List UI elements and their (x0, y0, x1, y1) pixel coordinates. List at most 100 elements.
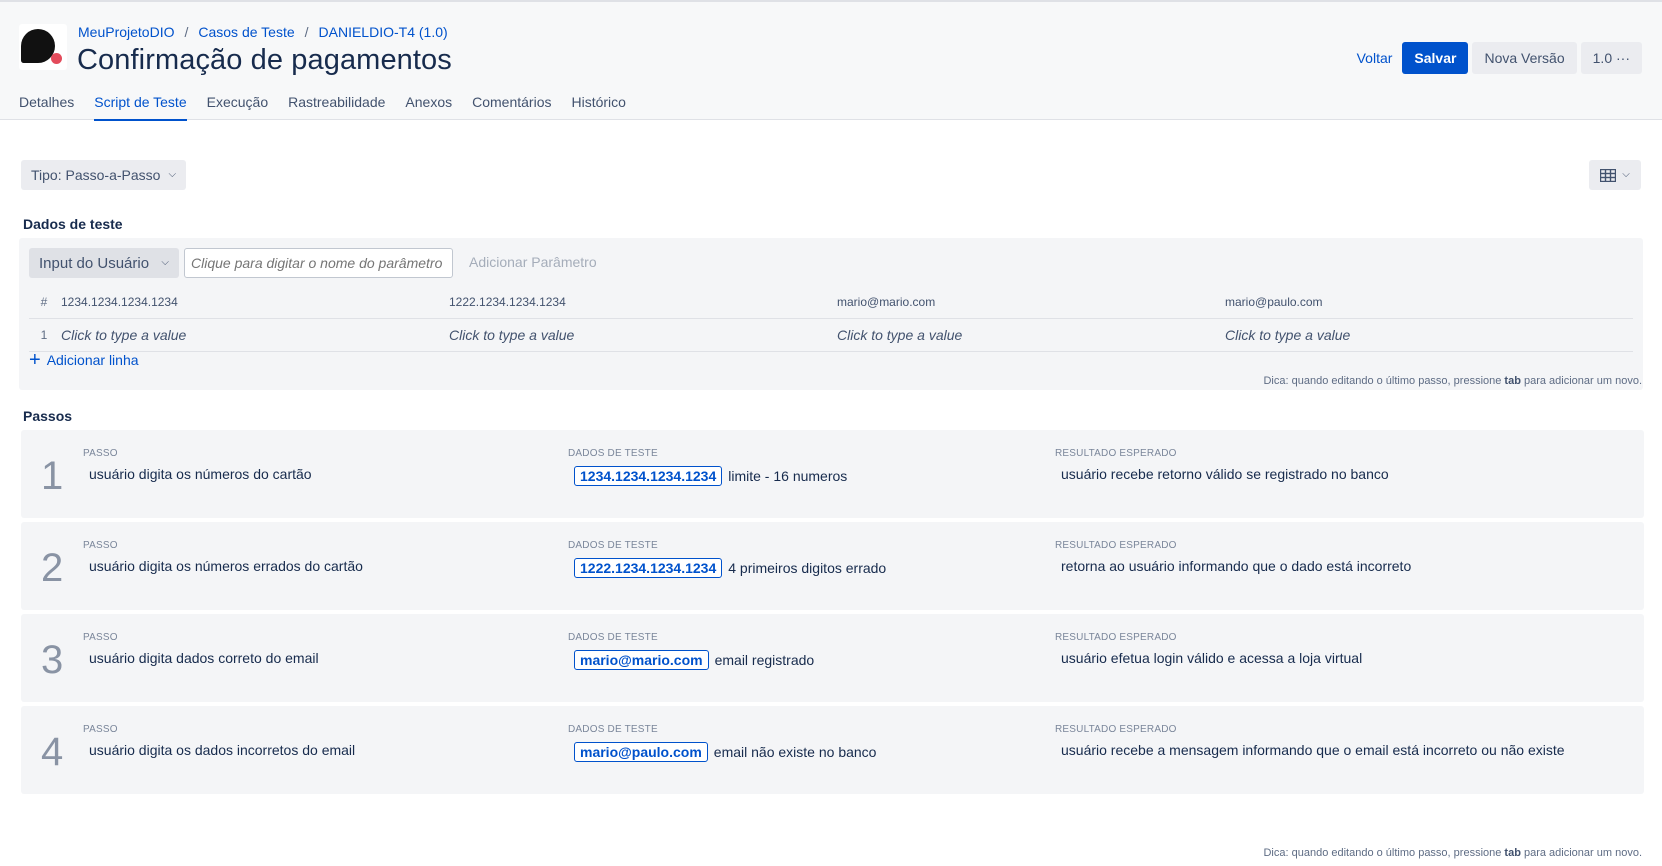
step-description[interactable]: usuário digita os números do cartão (89, 466, 312, 482)
table-row: 1 Click to type a value Click to type a … (29, 319, 1633, 352)
test-data-label: DADOS DE TESTE (568, 448, 658, 459)
back-button[interactable]: Voltar (1351, 44, 1399, 72)
steps-title: Passos (23, 408, 73, 424)
parameter-chip[interactable]: mario@paulo.com (574, 742, 708, 762)
tab-history[interactable]: Histórico (571, 94, 625, 121)
add-line-label: Adicionar linha (46, 352, 139, 368)
tab-attachments[interactable]: Anexos (405, 94, 452, 121)
hint-text: Dica: quando editando o último passo, pr… (1263, 847, 1642, 859)
row-number-header: # (40, 295, 48, 309)
more-icon: ··· (1616, 50, 1630, 66)
hint-key: tab (1504, 375, 1521, 387)
breadcrumb: MeuProjetoDIO / Casos de Teste / DANIELD… (78, 24, 448, 40)
add-line-button[interactable]: + Adicionar linha (29, 349, 139, 371)
column-header[interactable]: 1222.1234.1234.1234 (447, 295, 835, 309)
step-expected-result[interactable]: usuário recebe a mensagem informando que… (1061, 742, 1565, 758)
step-card[interactable]: 3 PASSO usuário digita dados correto do … (21, 614, 1644, 702)
step-expected-result[interactable]: retorna ao usuário informando que o dado… (1061, 558, 1411, 574)
test-data-label: DADOS DE TESTE (568, 632, 658, 643)
breadcrumb-separator: / (304, 24, 309, 40)
test-data-label: DADOS DE TESTE (568, 540, 658, 551)
step-description[interactable]: usuário digita os dados incorretos do em… (89, 742, 355, 758)
step-card[interactable]: 2 PASSO usuário digita os números errado… (21, 522, 1644, 610)
table-cell[interactable]: Click to type a value (447, 327, 835, 343)
page-header: MeuProjetoDIO / Casos de Teste / DANIELD… (0, 0, 1662, 121)
save-button[interactable]: Salvar (1402, 42, 1469, 74)
hint-key: tab (1504, 847, 1521, 859)
hint-suffix: para adicionar um novo. (1523, 375, 1642, 387)
table-cell[interactable]: Click to type a value (1223, 327, 1611, 343)
step-label: PASSO (83, 448, 118, 459)
step-index: 3 (41, 638, 64, 682)
step-label: PASSO (83, 540, 118, 551)
parameter-chip[interactable]: 1222.1234.1234.1234 (574, 558, 723, 578)
step-test-data-text: limite - 16 numeros (728, 468, 848, 484)
step-label: PASSO (83, 724, 118, 735)
step-index: 4 (41, 730, 64, 774)
step-test-data[interactable]: 1234.1234.1234.1234 limite - 16 numeros (574, 466, 847, 486)
step-test-data[interactable]: mario@paulo.com email não existe no banc… (574, 742, 876, 762)
input-type-select[interactable]: Input do Usuário ⌵ (29, 248, 179, 278)
table-cell[interactable]: Click to type a value (835, 327, 1223, 343)
tab-bar: Detalhes Script de Teste Execução Rastre… (19, 94, 646, 121)
expected-result-label: RESULTADO ESPERADO (1055, 448, 1177, 459)
header-actions: Voltar Salvar Nova Versão 1.0 ··· (1351, 42, 1642, 74)
parameter-name-input[interactable] (184, 248, 453, 278)
breadcrumb-project[interactable]: MeuProjetoDIO (78, 24, 174, 40)
column-header[interactable]: mario@mario.com (835, 295, 1223, 309)
column-header[interactable]: mario@paulo.com (1223, 295, 1611, 309)
chevron-down-icon: ⌵ (1622, 168, 1630, 180)
new-version-button[interactable]: Nova Versão (1472, 42, 1577, 74)
project-logo[interactable] (19, 24, 67, 70)
table-icon (1600, 168, 1617, 182)
breadcrumb-separator: / (184, 24, 189, 40)
step-test-data[interactable]: 1222.1234.1234.1234 4 primeiros digitos … (574, 558, 886, 578)
step-index: 2 (41, 546, 64, 590)
script-type-select[interactable]: Tipo: Passo-a-Passo ⌵ (21, 160, 187, 190)
step-description[interactable]: usuário digita dados correto do email (89, 650, 319, 666)
step-index: 1 (41, 454, 64, 498)
row-number: 1 (40, 328, 48, 342)
table-cell[interactable]: Click to type a value (59, 327, 447, 343)
hint-text: Dica: quando editando o último passo, pr… (1263, 375, 1642, 387)
version-label: 1.0 (1592, 50, 1613, 66)
chevron-down-icon: ⌵ (168, 168, 177, 180)
step-expected-result[interactable]: usuário recebe retorno válido se registr… (1061, 466, 1389, 482)
breadcrumb-test-cases[interactable]: Casos de Teste (198, 24, 294, 40)
step-card[interactable]: 4 PASSO usuário digita os dados incorret… (21, 706, 1644, 794)
logo-dot (51, 53, 62, 64)
table-header-row: # 1234.1234.1234.1234 1222.1234.1234.123… (29, 286, 1633, 319)
test-data-label: DADOS DE TESTE (568, 724, 658, 735)
expected-result-label: RESULTADO ESPERADO (1055, 540, 1177, 551)
view-toggle-button[interactable]: ⌵ (1589, 160, 1641, 190)
expected-result-label: RESULTADO ESPERADO (1055, 724, 1177, 735)
step-test-data-text: email não existe no banco (713, 744, 877, 760)
tab-execution[interactable]: Execução (207, 94, 268, 121)
step-test-data[interactable]: mario@mario.com email registrado (574, 650, 814, 670)
test-data-title: Dados de teste (23, 216, 123, 232)
hint-prefix: Dica: quando editando o último passo, pr… (1263, 375, 1502, 387)
breadcrumb-test-case-key[interactable]: DANIELDIO-T4 (1.0) (319, 24, 448, 40)
step-card[interactable]: 1 PASSO usuário digita os números do car… (21, 430, 1644, 518)
step-description[interactable]: usuário digita os números errados do car… (89, 558, 363, 574)
test-data-panel: Input do Usuário ⌵ Adicionar Parâmetro #… (19, 238, 1643, 390)
add-parameter-button[interactable]: Adicionar Parâmetro (469, 254, 597, 270)
page-title: Confirmação de pagamentos (77, 44, 452, 76)
tab-details[interactable]: Detalhes (19, 94, 74, 121)
plus-icon: + (29, 349, 41, 371)
step-test-data-text: email registrado (714, 652, 815, 668)
expected-result-label: RESULTADO ESPERADO (1055, 632, 1177, 643)
parameter-chip[interactable]: 1234.1234.1234.1234 (574, 466, 723, 486)
tab-comments[interactable]: Comentários (472, 94, 551, 121)
version-menu-button[interactable]: 1.0 ··· (1580, 42, 1642, 74)
step-expected-result[interactable]: usuário efetua login válido e acessa a l… (1061, 650, 1362, 666)
hint-prefix: Dica: quando editando o último passo, pr… (1263, 847, 1502, 859)
chevron-down-icon: ⌵ (161, 256, 169, 268)
parameter-chip[interactable]: mario@mario.com (574, 650, 709, 670)
tab-traceability[interactable]: Rastreabilidade (288, 94, 385, 121)
logo-shape (21, 29, 55, 63)
step-label: PASSO (83, 632, 118, 643)
tab-test-script[interactable]: Script de Teste (94, 94, 187, 121)
column-header[interactable]: 1234.1234.1234.1234 (59, 295, 447, 309)
script-type-label: Tipo: Passo-a-Passo (31, 167, 161, 183)
